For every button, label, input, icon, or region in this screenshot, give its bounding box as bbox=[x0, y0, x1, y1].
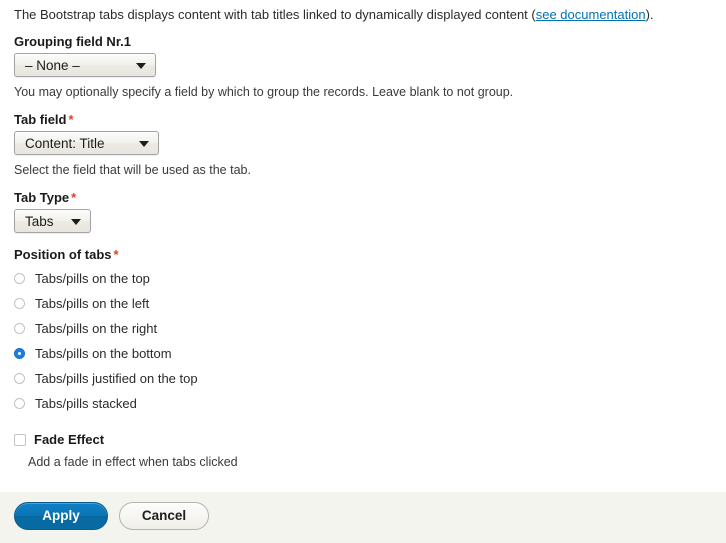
fade-effect-description: Add a fade in effect when tabs clicked bbox=[28, 455, 238, 469]
cancel-button[interactable]: Cancel bbox=[119, 502, 209, 530]
tab-type-label-text: Tab Type bbox=[14, 190, 70, 205]
radio-option-label: Tabs/pills on the top bbox=[35, 271, 150, 286]
apply-button[interactable]: Apply bbox=[14, 502, 108, 530]
tab-field-label-text: Tab field bbox=[14, 112, 67, 127]
tab-field-required-marker: * bbox=[68, 112, 74, 127]
position-of-tabs-label: Position of tabs * bbox=[14, 247, 198, 263]
radio-option-label: Tabs/pills justified on the top bbox=[35, 371, 198, 386]
grouping-field-value: – None – bbox=[25, 58, 80, 73]
field-tab-field: Tab field * Content: Title Select the fie… bbox=[14, 112, 251, 178]
tab-type-label: Tab Type * bbox=[14, 190, 91, 206]
tab-type-value: Tabs bbox=[25, 214, 54, 229]
tab-type-select[interactable]: Tabs bbox=[14, 209, 91, 233]
grouping-field-label: Grouping field Nr.1 bbox=[14, 34, 132, 49]
grouping-field-select[interactable]: – None – bbox=[14, 53, 156, 77]
radio-option-justified-top[interactable]: Tabs/pills justified on the top bbox=[14, 366, 198, 391]
settings-form-body: The Bootstrap tabs displays content with… bbox=[0, 0, 726, 492]
position-of-tabs-label-text: Position of tabs bbox=[14, 247, 112, 262]
radio-icon bbox=[14, 323, 25, 334]
radio-icon-selected bbox=[14, 348, 25, 359]
radio-option-label: Tabs/pills on the bottom bbox=[35, 346, 172, 361]
field-tab-type: Tab Type * Tabs bbox=[14, 190, 91, 236]
grouping-field-description: You may optionally specify a field by wh… bbox=[14, 85, 514, 99]
intro-text-before: The Bootstrap tabs displays content with… bbox=[14, 7, 536, 22]
chevron-down-icon bbox=[71, 219, 81, 225]
radio-option-stacked[interactable]: Tabs/pills stacked bbox=[14, 391, 198, 416]
position-of-tabs-required-marker: * bbox=[113, 247, 119, 262]
radio-icon bbox=[14, 298, 25, 309]
tab-field-select[interactable]: Content: Title bbox=[14, 131, 159, 155]
fade-effect-checkbox[interactable]: Fade Effect bbox=[14, 431, 238, 449]
intro-text-after: ). bbox=[645, 7, 654, 22]
tab-field-description: Select the field that will be used as th… bbox=[14, 163, 251, 177]
form-actions-bar: Apply Cancel bbox=[0, 492, 726, 543]
radio-option-left[interactable]: Tabs/pills on the left bbox=[14, 291, 198, 316]
radio-option-label: Tabs/pills on the right bbox=[35, 321, 158, 336]
radio-icon bbox=[14, 273, 25, 284]
tab-field-label: Tab field * bbox=[14, 112, 251, 128]
tab-field-value: Content: Title bbox=[25, 136, 105, 151]
radio-icon bbox=[14, 398, 25, 409]
radio-option-top[interactable]: Tabs/pills on the top bbox=[14, 266, 198, 291]
chevron-down-icon bbox=[136, 63, 146, 69]
radio-option-label: Tabs/pills stacked bbox=[35, 396, 137, 411]
field-grouping-field: Grouping field Nr.1 – None – You may opt… bbox=[14, 34, 513, 100]
field-position-of-tabs: Position of tabs * Tabs/pills on the top … bbox=[14, 247, 198, 416]
radio-option-label: Tabs/pills on the left bbox=[35, 296, 150, 311]
checkbox-icon bbox=[14, 434, 26, 446]
chevron-down-icon bbox=[139, 141, 149, 147]
see-documentation-link[interactable]: see documentation bbox=[536, 7, 646, 22]
fade-effect-label: Fade Effect bbox=[34, 432, 105, 447]
tab-type-required-marker: * bbox=[71, 190, 77, 205]
radio-option-right[interactable]: Tabs/pills on the right bbox=[14, 316, 198, 341]
radio-icon bbox=[14, 373, 25, 384]
field-fade-effect: Fade Effect Add a fade in effect when ta… bbox=[14, 431, 238, 469]
radio-option-bottom[interactable]: Tabs/pills on the bottom bbox=[14, 341, 198, 366]
intro-description: The Bootstrap tabs displays content with… bbox=[14, 6, 654, 23]
